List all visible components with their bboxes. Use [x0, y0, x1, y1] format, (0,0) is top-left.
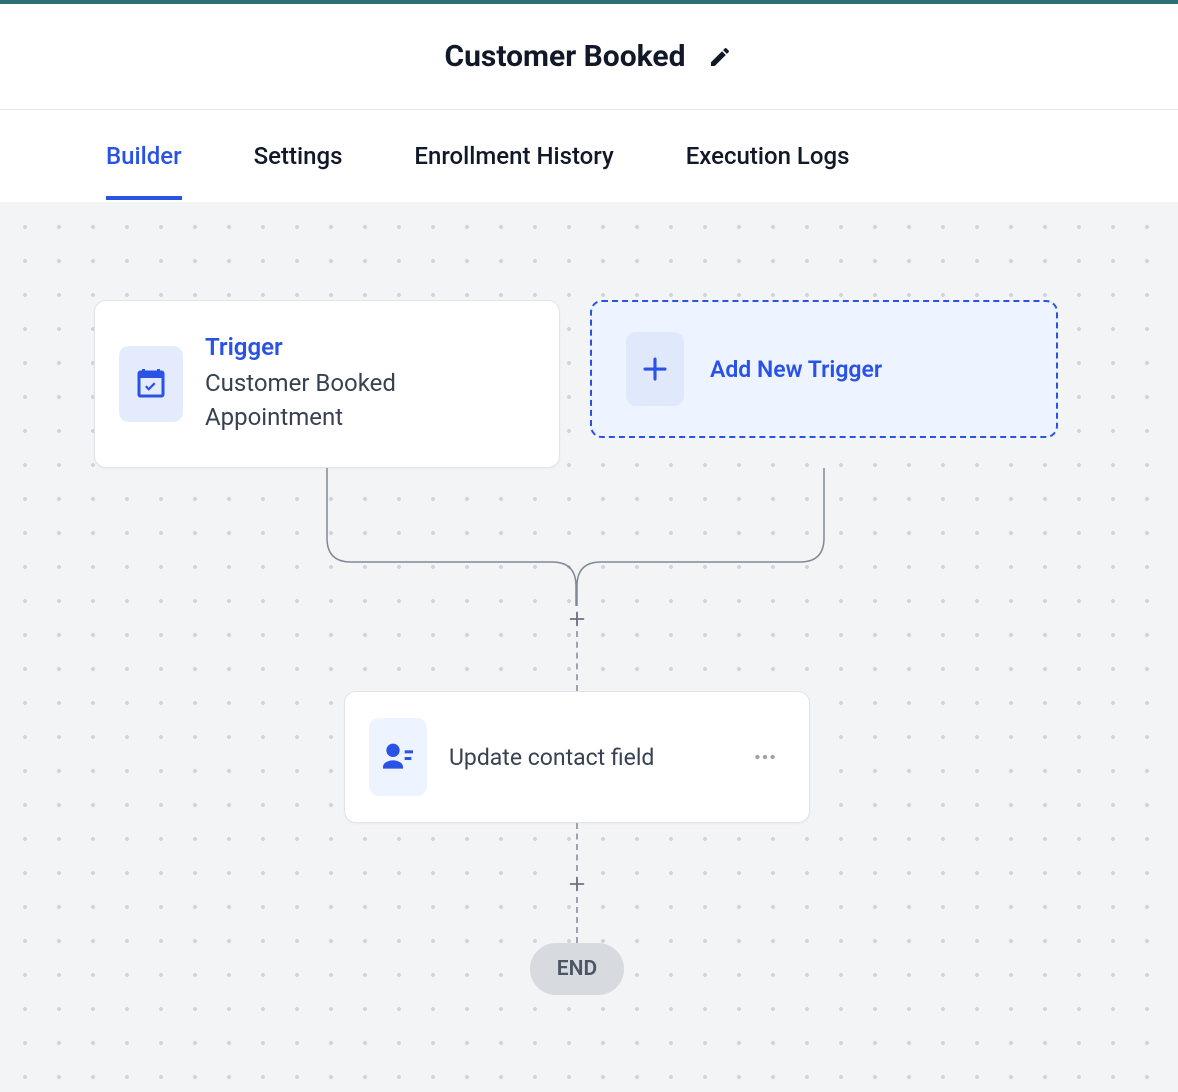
connector-line [576, 823, 578, 871]
trigger-node-title: Trigger [205, 333, 535, 361]
workflow-canvas[interactable]: Trigger Customer Booked Appointment Add … [0, 202, 1178, 1092]
add-trigger-button[interactable]: Add New Trigger [590, 300, 1058, 438]
plus-icon [566, 608, 588, 630]
plus-icon [640, 354, 670, 384]
action-node-label: Update contact field [449, 744, 723, 771]
edit-title-button[interactable] [706, 43, 734, 71]
action-node[interactable]: Update contact field [344, 691, 810, 823]
trigger-node-description: Customer Booked Appointment [205, 367, 535, 434]
tab-enrollment-history[interactable]: Enrollment History [414, 112, 613, 200]
page-title: Customer Booked [445, 39, 686, 74]
dots-horizontal-icon [752, 744, 778, 770]
trigger-node[interactable]: Trigger Customer Booked Appointment [94, 300, 560, 468]
add-trigger-icon-wrapper [626, 332, 684, 406]
tab-bar: Builder Settings Enrollment History Exec… [0, 110, 1178, 202]
calendar-check-icon [133, 366, 169, 402]
contact-list-icon [378, 737, 418, 777]
add-step-button-1[interactable] [564, 606, 590, 632]
page-header: Customer Booked [0, 4, 1178, 110]
action-node-icon-wrapper [369, 718, 427, 796]
add-step-button-2[interactable] [564, 871, 590, 897]
connector-line [576, 631, 578, 691]
action-node-menu-button[interactable] [745, 737, 785, 777]
add-trigger-label: Add New Trigger [710, 356, 882, 383]
connector-line [576, 897, 578, 943]
tab-builder[interactable]: Builder [106, 112, 182, 200]
tab-settings[interactable]: Settings [254, 112, 343, 200]
tab-execution-logs[interactable]: Execution Logs [686, 112, 850, 200]
trigger-node-icon-wrapper [119, 346, 183, 422]
connector-lines [320, 468, 830, 618]
end-badge: END [530, 943, 624, 995]
pencil-icon [708, 45, 732, 69]
plus-icon [566, 873, 588, 895]
trigger-node-text: Trigger Customer Booked Appointment [205, 333, 535, 434]
